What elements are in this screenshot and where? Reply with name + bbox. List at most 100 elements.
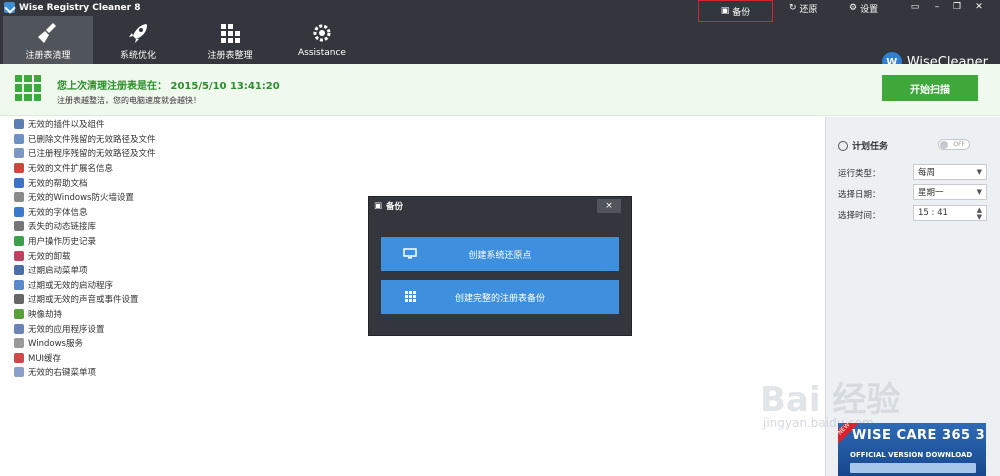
- tab-label: 注册表整理: [207, 51, 253, 61]
- save-icon: ▣: [720, 6, 730, 16]
- chevron-down-icon: ▼: [976, 168, 982, 176]
- save-icon: ▣: [374, 201, 383, 211]
- clean-hint: 注册表越整洁，您的电脑速度就会越快！: [57, 96, 201, 105]
- gear-wrench-icon: [310, 21, 334, 45]
- list-item-label: Windows服务: [28, 339, 83, 350]
- scan-category-list: 无效的插件以及组件 已删除文件残留的无效路径及文件 已注册程序残留的无效路径及文件无…: [14, 117, 314, 380]
- list-item[interactable]: 无效的字体信息: [14, 205, 314, 220]
- list-item-label: 用户操作历史记录: [28, 237, 97, 248]
- minimize-icon[interactable]: –: [930, 2, 944, 12]
- skin-icon[interactable]: ▭: [908, 2, 922, 12]
- category-icon: [14, 148, 24, 159]
- list-item-label: 无效的插件以及组件: [28, 120, 105, 131]
- time-label: 选择时间：: [838, 211, 881, 221]
- backup-dialog: ▣ 备份 × 创建系统还原点 创建完整的注册表备份: [368, 196, 632, 336]
- restore-icon: ↻: [789, 3, 797, 13]
- category-icon: [14, 206, 24, 217]
- toggle-state: OFF: [953, 141, 965, 148]
- category-icon: [14, 294, 24, 305]
- list-item[interactable]: 无效的应用程序设置: [14, 321, 314, 336]
- tab-label: 注册表清理: [25, 51, 71, 61]
- list-item[interactable]: 无效的卸载: [14, 248, 314, 263]
- rocket-icon: [126, 21, 150, 45]
- list-item[interactable]: 过期启动菜单项: [14, 263, 314, 278]
- gear-icon: ⚙: [849, 3, 858, 13]
- list-item-label: 过期或无效的声音或事件设置: [28, 295, 139, 306]
- dialog-close-button[interactable]: ×: [597, 199, 621, 213]
- list-item-label: MUI缓存: [28, 353, 62, 364]
- spinner-arrows-icon[interactable]: ▲ ▼: [977, 207, 982, 221]
- run-type-label: 运行类型：: [838, 169, 881, 179]
- list-item[interactable]: 映像劫持: [14, 307, 314, 322]
- ad-banner[interactable]: NEW WISE CARE 365 3 OFFICIAL VERSION DOW…: [838, 423, 986, 476]
- list-item-label: 过期启动菜单项: [28, 266, 88, 277]
- settings-button[interactable]: ⚙ 设置: [849, 0, 878, 16]
- list-item-label: 无效的文件扩展名信息: [28, 164, 114, 175]
- list-item[interactable]: 无效的插件以及组件: [14, 117, 314, 132]
- list-item-label: 丢失的动态链接库: [28, 222, 97, 233]
- tab-label: 系统优化: [119, 51, 156, 61]
- list-item[interactable]: 已删除文件残留的无效路径及文件: [14, 132, 314, 147]
- list-item[interactable]: 过期或无效的启动程序: [14, 278, 314, 293]
- list-item-label: 已注册程序残留的无效路径及文件: [28, 149, 156, 160]
- category-icon: [14, 177, 24, 188]
- run-type-select[interactable]: 每周 ▼: [913, 164, 987, 180]
- time-spinner[interactable]: 15 : 41 ▲ ▼: [913, 205, 987, 221]
- tab-assistance[interactable]: Assistance: [277, 16, 367, 64]
- broom-icon: [36, 21, 60, 45]
- registry-grid-icon: [15, 75, 41, 101]
- blocks-icon: [218, 21, 242, 45]
- list-item-label: 无效的右键菜单项: [28, 368, 97, 379]
- schedule-title: 计划任务: [838, 139, 888, 152]
- top-bar: Wise Registry Cleaner 8 ▣ 备份 ↻ 还原 ⚙ 设置 ▭…: [0, 0, 1000, 72]
- list-item[interactable]: 无效的Windows防火墙设置: [14, 190, 314, 205]
- category-icon: [14, 236, 24, 247]
- list-item-label: 过期或无效的启动程序: [28, 280, 114, 291]
- list-item-label: 无效的字体信息: [28, 207, 88, 218]
- ad-screenshot: [850, 463, 976, 473]
- close-icon[interactable]: ✕: [972, 2, 986, 12]
- category-icon: [14, 250, 24, 261]
- category-icon: [14, 367, 24, 378]
- date-select[interactable]: 星期一 ▼: [913, 184, 987, 200]
- monitor-icon: [403, 248, 417, 259]
- restore-button[interactable]: ↻ 还原: [789, 0, 818, 16]
- tab-label: Assistance: [298, 48, 346, 58]
- title-bar: Wise Registry Cleaner 8 ▣ 备份 ↻ 还原 ⚙ 设置 ▭…: [0, 0, 1000, 22]
- category-icon: [14, 309, 24, 320]
- category-icon: [14, 133, 24, 144]
- category-icon: [14, 352, 24, 363]
- category-icon: [14, 338, 24, 349]
- tab-registry-defrag[interactable]: 注册表整理: [185, 16, 275, 64]
- list-item[interactable]: 已注册程序残留的无效路径及文件: [14, 146, 314, 161]
- create-full-backup-button[interactable]: 创建完整的注册表备份: [381, 280, 619, 314]
- list-item[interactable]: 过期或无效的声音或事件设置: [14, 292, 314, 307]
- date-value: 星期一: [918, 188, 944, 198]
- schedule-toggle[interactable]: OFF: [938, 139, 970, 150]
- date-label: 选择日期：: [838, 190, 881, 200]
- watermark: Bai 经验: [760, 380, 901, 420]
- list-item[interactable]: 丢失的动态链接库: [14, 219, 314, 234]
- dialog-header: ▣ 备份: [369, 197, 631, 215]
- start-scan-button[interactable]: 开始扫描: [882, 75, 978, 101]
- settings-label: 设置: [860, 4, 879, 15]
- create-restore-point-button[interactable]: 创建系统还原点: [381, 237, 619, 271]
- list-item-label: 无效的Windows防火墙设置: [28, 193, 134, 204]
- schedule-title-text: 计划任务: [852, 142, 889, 152]
- list-item[interactable]: 无效的文件扩展名信息: [14, 161, 314, 176]
- dialog-title: 备份: [386, 202, 404, 212]
- tab-system-optimize[interactable]: 系统优化: [93, 16, 183, 64]
- ad-title: WISE CARE 365 3: [852, 428, 986, 443]
- list-item[interactable]: 用户操作历史记录: [14, 234, 314, 249]
- category-icon: [14, 323, 24, 334]
- category-icon: [14, 163, 24, 174]
- list-item[interactable]: 无效的右键菜单项: [14, 365, 314, 380]
- list-item[interactable]: MUI缓存: [14, 351, 314, 366]
- chevron-down-icon: ▼: [976, 188, 982, 196]
- list-item[interactable]: Windows服务: [14, 336, 314, 351]
- restore-window-icon[interactable]: ❐: [950, 2, 964, 12]
- list-item[interactable]: 无效的帮助文档: [14, 175, 314, 190]
- app-logo-icon: [4, 2, 15, 13]
- app-title-text: Wise Registry Cleaner 8: [19, 2, 141, 13]
- tab-registry-clean[interactable]: 注册表清理: [3, 16, 93, 64]
